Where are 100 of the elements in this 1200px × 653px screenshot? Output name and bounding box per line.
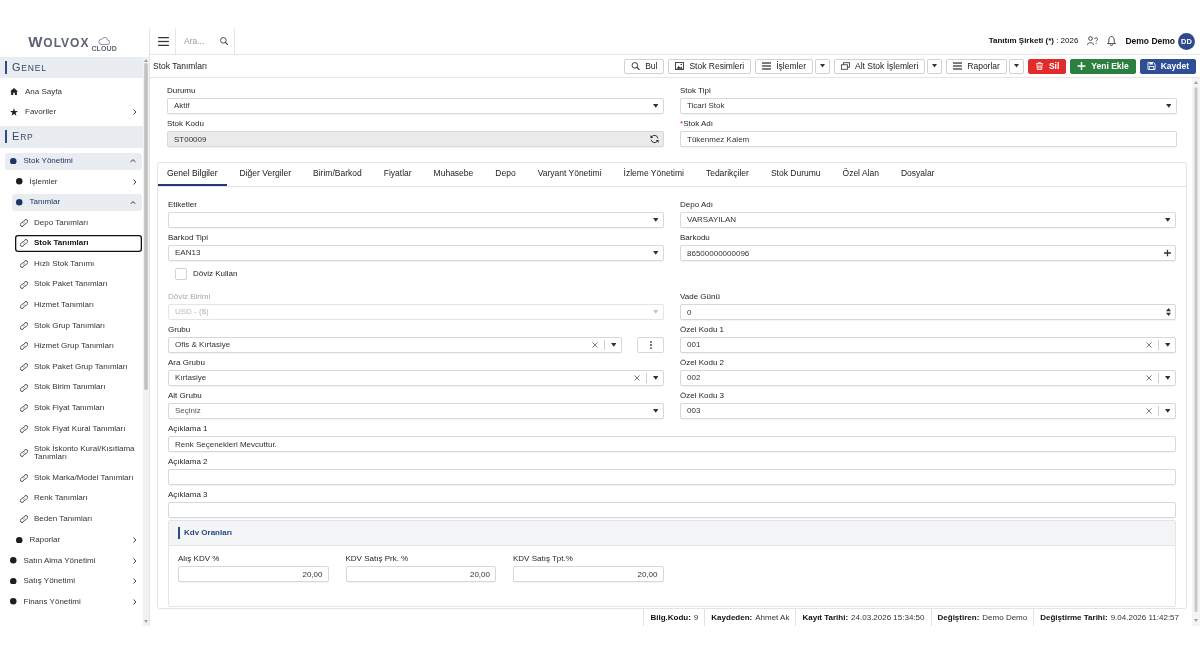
select-field[interactable]: Ofis & Kırtasiye — [168, 337, 622, 353]
chevron-right-icon — [132, 578, 136, 585]
select-field[interactable]: Kırtasiye — [168, 370, 664, 386]
number-field[interactable]: 20,00 — [513, 566, 664, 582]
tab[interactable]: Özel Alan — [833, 163, 888, 186]
sidebar-item[interactable]: Stok Yönetimi — [5, 152, 142, 170]
sidebar-item[interactable]: Satın Alma Yönetimi — [5, 552, 142, 570]
reports-button[interactable]: Raporlar — [946, 58, 1007, 74]
tab[interactable]: Birim/Barkod — [304, 163, 371, 186]
text-field[interactable] — [168, 469, 1176, 485]
sidebar-item[interactable]: Tanımlar — [12, 193, 142, 211]
clear-icon[interactable] — [1145, 375, 1152, 381]
sidebar-item[interactable]: Hızlı Stok Tanımı — [15, 255, 142, 273]
chevron-right-icon — [132, 178, 136, 185]
sidebar-item[interactable]: Stok Paket Grup Tanımları — [15, 358, 142, 376]
link-icon — [20, 494, 28, 503]
caret-icon — [610, 343, 616, 347]
select-field[interactable]: EAN13 — [168, 245, 664, 261]
checkbox[interactable] — [175, 268, 187, 280]
sub-actions-button[interactable]: Alt Stok İşlemleri — [834, 58, 926, 74]
sidebar-item[interactable]: Stok Fiyat Tanımları — [15, 399, 142, 417]
search-icon[interactable] — [220, 37, 228, 45]
section-header: GENEL — [5, 61, 47, 74]
clear-icon[interactable] — [591, 342, 598, 348]
select-field[interactable]: 002 — [680, 370, 1176, 386]
select-field[interactable]: Seçiniz — [168, 403, 664, 419]
sidebar-item[interactable]: Ana Sayfa — [5, 82, 142, 100]
tab[interactable]: Diğer Vergiler — [230, 163, 301, 186]
link-icon — [20, 342, 28, 351]
clear-icon[interactable] — [1145, 408, 1152, 414]
scrollbar[interactable] — [143, 57, 149, 626]
field-label: Özel Kodu 3 — [680, 390, 725, 401]
images-button[interactable]: Stok Resimleri — [668, 58, 752, 74]
find-button[interactable]: Bul — [624, 58, 665, 74]
sidebar-item[interactable]: Stok Paket Tanımları — [15, 276, 142, 294]
more-button[interactable] — [637, 337, 664, 353]
select-field[interactable]: VARSAYILAN — [680, 212, 1176, 228]
sidebar-item[interactable]: İşlemler — [12, 173, 142, 191]
refresh-icon[interactable] — [650, 134, 659, 144]
stepper-icon[interactable] — [1166, 307, 1171, 317]
chevron-right-icon — [132, 536, 136, 543]
select-field[interactable]: 001 — [680, 337, 1176, 353]
sidebar-item[interactable]: Stok Tanımları — [15, 234, 142, 252]
tab[interactable]: Muhasebe — [424, 163, 483, 186]
plus-icon[interactable] — [1164, 249, 1171, 257]
sidebar-item[interactable]: Raporlar — [12, 531, 142, 549]
text-field[interactable]: Renk Seçenekleri Mevcuttur. — [168, 436, 1176, 452]
bullet-icon — [10, 598, 17, 605]
search-field[interactable]: Ara... — [175, 28, 235, 54]
number-field[interactable]: 20,00 — [345, 566, 496, 582]
sidebar-item[interactable]: Satış Yönetimi — [5, 572, 142, 590]
sidebar-item[interactable]: Stok Marka/Model Tanımları — [15, 469, 142, 487]
field-label: *Stok Adı — [680, 118, 713, 129]
scrollbar[interactable] — [1192, 78, 1200, 626]
code-field[interactable]: ST00009 — [167, 131, 664, 147]
tab[interactable]: Genel Bilgiler — [158, 163, 227, 186]
field-label: Alt Grubu — [168, 390, 202, 401]
tab[interactable]: Stok Durumu — [761, 163, 830, 186]
dropdown-toggle[interactable] — [815, 58, 830, 74]
tab[interactable]: Varyant Yönetimi — [528, 163, 611, 186]
sidebar-item[interactable]: Depo Tanımları — [15, 214, 142, 232]
sidebar-item[interactable]: Stok Birim Tanımları — [15, 379, 142, 397]
text-field[interactable]: 86500000000096 — [680, 245, 1176, 261]
tab[interactable]: Depo — [486, 163, 525, 186]
clear-icon[interactable] — [1145, 342, 1152, 348]
delete-button[interactable]: Sil — [1027, 58, 1067, 74]
sidebar-item[interactable]: Favoriler — [5, 103, 142, 121]
actions-button[interactable]: İşlemler — [755, 58, 813, 74]
menu-button[interactable] — [158, 36, 169, 46]
sidebar-item[interactable]: Finans Yönetimi — [5, 593, 142, 611]
kebab-icon — [649, 341, 652, 349]
clear-icon[interactable] — [633, 375, 640, 381]
link-icon — [20, 280, 28, 289]
dropdown-toggle[interactable] — [927, 58, 943, 74]
sidebar-item[interactable]: Stok İskonto Kural/Kısıtlama Tanımları — [15, 440, 142, 467]
select-field[interactable]: Aktif — [167, 98, 664, 114]
text-field[interactable] — [168, 502, 1176, 518]
select-field[interactable]: Ticari Stok — [680, 98, 1177, 114]
tab[interactable]: Tedarikçiler — [696, 163, 758, 186]
caret-icon — [1164, 376, 1170, 380]
tab[interactable]: Fiyatlar — [374, 163, 421, 186]
user-help-icon[interactable] — [1087, 36, 1099, 46]
tab[interactable]: Dosyalar — [891, 163, 944, 186]
sidebar-item[interactable]: Hizmet Grup Tanımları — [15, 337, 142, 355]
save-button[interactable]: Kaydet — [1139, 58, 1196, 74]
sidebar-item[interactable]: Beden Tanımları — [15, 510, 142, 528]
select-field[interactable] — [168, 212, 664, 228]
add-button[interactable]: Yeni Ekle — [1070, 58, 1136, 74]
sidebar-item[interactable]: Renk Tanımları — [15, 490, 142, 508]
number-field[interactable]: 20,00 — [178, 566, 329, 582]
checkbox-label: Döviz Kullan — [193, 269, 238, 279]
select-field[interactable]: 003 — [680, 403, 1176, 419]
bell-icon[interactable] — [1107, 36, 1117, 46]
sidebar-item[interactable]: Stok Grup Tanımları — [15, 317, 142, 335]
text-field[interactable]: Tükenmez Kalem — [680, 131, 1177, 147]
number-field[interactable]: 0 — [680, 304, 1176, 320]
sidebar-item[interactable]: Stok Fiyat Kural Tanımları — [15, 420, 142, 438]
dropdown-toggle[interactable] — [1008, 58, 1024, 74]
sidebar-item[interactable]: Hizmet Tanımları — [15, 296, 142, 314]
tab[interactable]: İzleme Yönetimi — [614, 163, 693, 186]
